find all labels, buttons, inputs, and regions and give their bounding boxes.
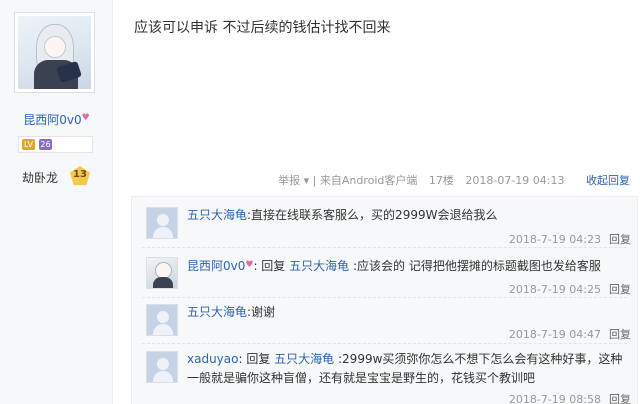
reply-time: 2018-7-19 04:47	[508, 328, 601, 341]
reply-avatar[interactable]	[146, 207, 178, 239]
reply-prefix: : 回复	[238, 352, 275, 366]
reply-meta: 2018-7-19 04:47 回复	[509, 326, 631, 342]
reply-content: :应该会的 记得把他摆摊的标题截图也发给客服	[349, 259, 601, 273]
post-source: | 来自Android客户端	[312, 174, 418, 187]
reply-username[interactable]: 五只大海龟	[187, 208, 247, 222]
level-badge-icon: LV	[22, 139, 35, 150]
user-rank: 劫卧龙 13	[14, 166, 98, 186]
username[interactable]: 昆西阿0v0♥	[0, 111, 113, 128]
floor-number: 17楼	[428, 174, 454, 187]
reply-text: 五只大海龟:谢谢	[187, 303, 632, 322]
reply-username[interactable]: 昆西阿0v0	[187, 259, 245, 273]
reply-username[interactable]: xaduyao	[187, 352, 238, 366]
list-item: 五只大海龟:直接在线联系客服么，买的2999W会退给我么 2018-7-19 0…	[132, 197, 637, 251]
user-avatar[interactable]	[14, 12, 95, 93]
reply-list: 五只大海龟:直接在线联系客服么，买的2999W会退给我么 2018-7-19 0…	[131, 196, 638, 404]
post-tail: 举报 ▾ | 来自Android客户端 17楼 2018-07-19 04:13…	[278, 172, 630, 188]
post-content: 应该可以申诉 不过后续的钱估计找不回来	[134, 20, 391, 36]
reply-meta: 2018-7-19 08:58 回复	[509, 391, 631, 404]
user-badges: LV 26	[18, 136, 93, 153]
reply-text: 昆西阿0v0♥: 回复 五只大海龟 :应该会的 记得把他摆摊的标题截图也发给客服	[187, 256, 632, 276]
reply-prefix: : 回复	[253, 259, 290, 273]
reply-text: 五只大海龟:直接在线联系客服么，买的2999W会退给我么	[187, 206, 632, 225]
reply-text: xaduyao: 回复 五只大海龟 :2999w买须弥你怎么不想下怎么会有这种好…	[187, 350, 632, 388]
member-badge-icon: 26	[39, 139, 52, 150]
reply-button[interactable]: 回复	[609, 393, 631, 404]
report-link[interactable]: 举报 ▾	[278, 174, 309, 187]
reply-mention[interactable]: 五只大海龟	[289, 259, 349, 273]
list-item: 五只大海龟:谢谢 2018-7-19 04:47 回复	[132, 294, 637, 348]
reply-avatar[interactable]	[146, 257, 178, 289]
post-time: 2018-07-19 04:13	[465, 174, 565, 187]
user-panel: 昆西阿0v0♥ LV 26 劫卧龙 13	[0, 0, 113, 404]
reply-mention[interactable]: 五只大海龟	[274, 352, 334, 366]
rank-name: 劫卧龙	[22, 171, 59, 185]
reply-time: 2018-7-19 04:23	[508, 233, 601, 246]
reply-avatar[interactable]	[146, 304, 178, 336]
rank-level: 13	[73, 169, 87, 180]
list-item: 昆西阿0v0♥: 回复 五只大海龟 :应该会的 记得把他摆摊的标题截图也发给客服…	[132, 247, 637, 301]
heart-icon: ♥	[81, 113, 90, 123]
reply-button[interactable]: 回复	[609, 233, 631, 246]
divider	[142, 343, 627, 344]
reply-content: :直接在线联系客服么，买的2999W会退给我么	[247, 208, 498, 222]
collapse-replies-button[interactable]: 收起回复	[586, 174, 630, 187]
reply-avatar[interactable]	[146, 351, 178, 383]
reply-username[interactable]: 五只大海龟	[187, 305, 247, 319]
avatar-image	[18, 16, 91, 89]
reply-meta: 2018-7-19 04:23 回复	[509, 231, 631, 247]
list-item: xaduyao: 回复 五只大海龟 :2999w买须弥你怎么不想下怎么会有这种好…	[132, 347, 637, 404]
reply-button[interactable]: 回复	[609, 328, 631, 341]
reply-content: :谢谢	[247, 305, 276, 319]
reply-time: 2018-7-19 08:58	[508, 393, 601, 404]
